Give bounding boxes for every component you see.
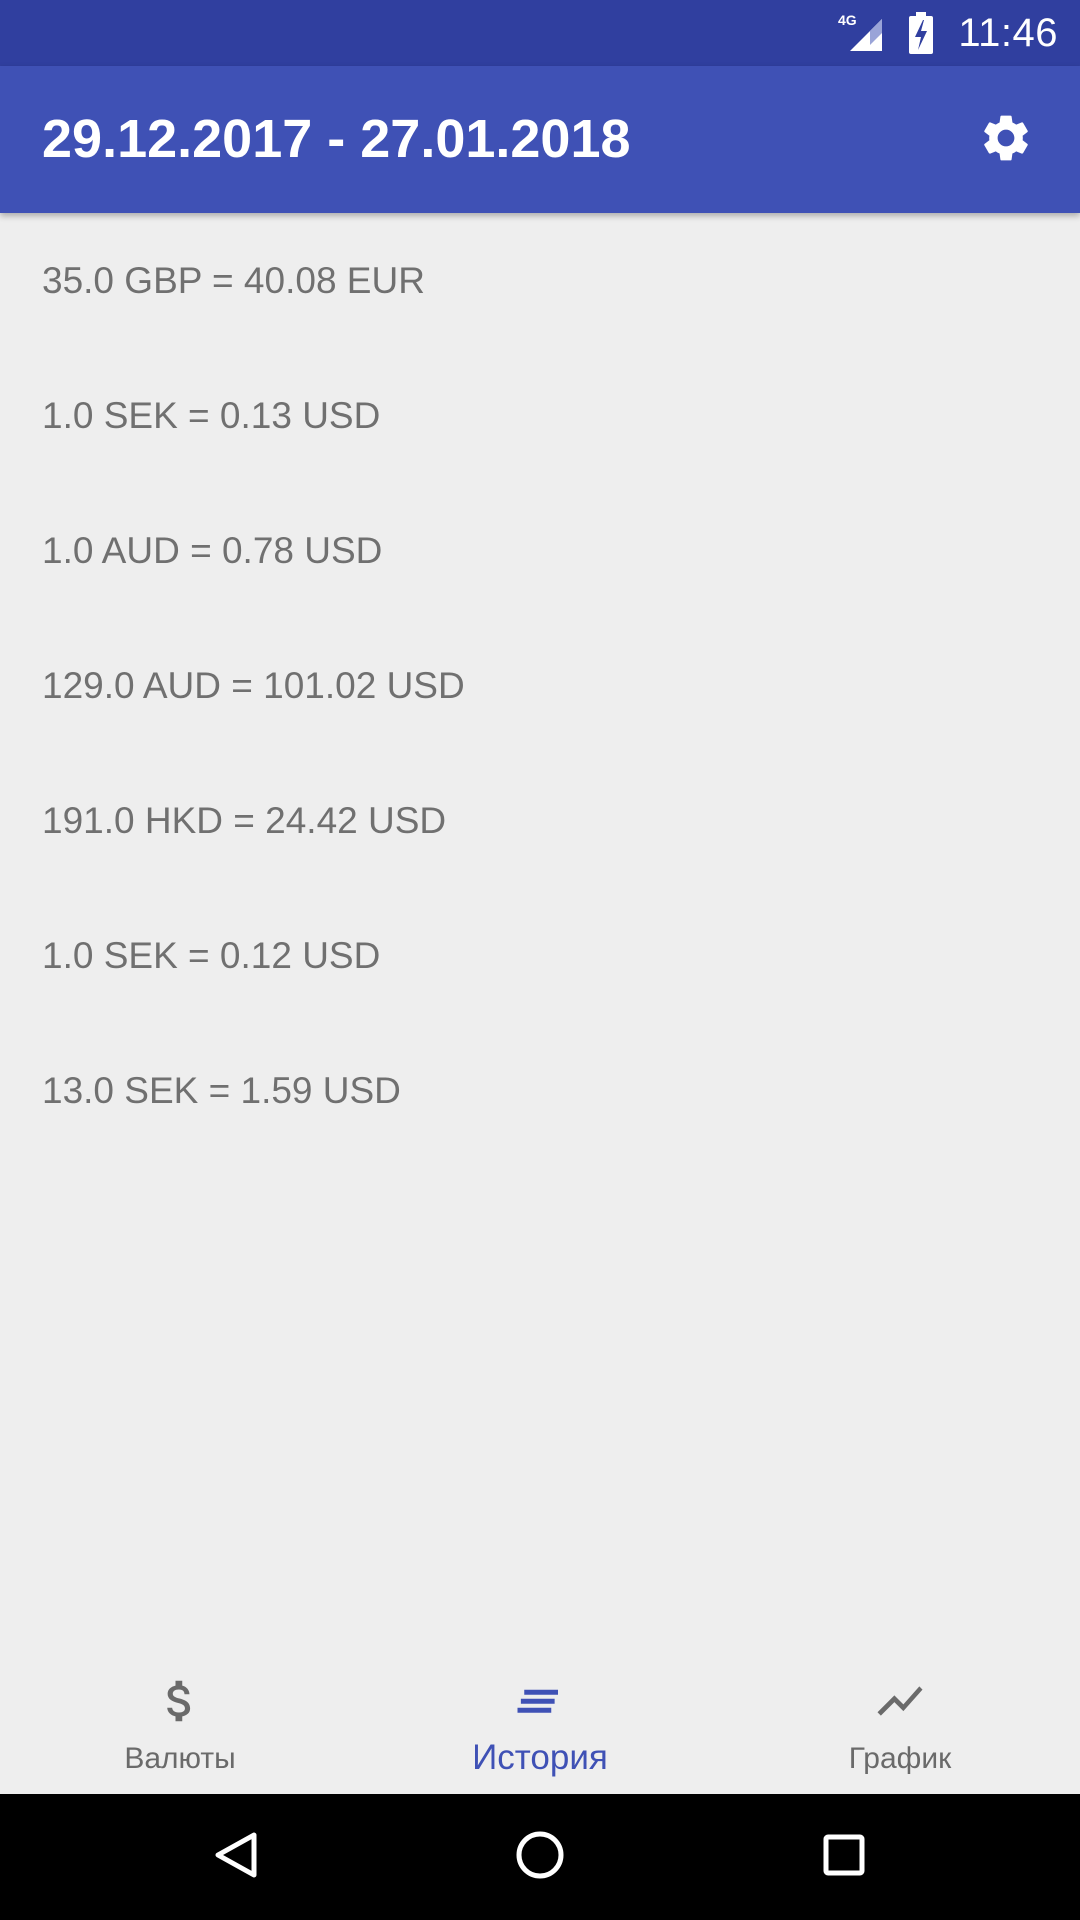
system-navigation-bar <box>0 1794 1080 1920</box>
back-icon <box>206 1825 266 1890</box>
history-item[interactable]: 1.0 SEK = 0.13 USD <box>0 348 1080 483</box>
history-item[interactable]: 35.0 GBP = 40.08 EUR <box>0 213 1080 348</box>
history-item[interactable]: 13.0 SEK = 1.59 USD <box>0 1023 1080 1158</box>
gear-icon <box>978 110 1034 171</box>
history-item[interactable]: 191.0 HKD = 24.42 USD <box>0 753 1080 888</box>
battery-charging-icon <box>906 11 936 55</box>
recents-button[interactable] <box>802 1815 886 1899</box>
settings-button[interactable] <box>946 80 1066 200</box>
status-icons: 4G 11:46 <box>838 0 1058 66</box>
list-icon <box>513 1674 567 1728</box>
bottom-navigation: Валюты История График <box>0 1638 1080 1794</box>
history-item[interactable]: 1.0 SEK = 0.12 USD <box>0 888 1080 1023</box>
nav-label-chart: График <box>848 1742 952 1775</box>
app-bar: 29.12.2017 - 27.01.2018 <box>0 66 1080 213</box>
nav-label-currencies: Валюты <box>124 1742 236 1775</box>
history-item[interactable]: 129.0 AUD = 101.02 USD <box>0 618 1080 753</box>
dollar-icon <box>153 1674 207 1728</box>
nav-item-currencies[interactable]: Валюты <box>0 1638 360 1794</box>
trending-icon <box>873 1674 927 1728</box>
history-list: 35.0 GBP = 40.08 EUR 1.0 SEK = 0.13 USD … <box>0 213 1080 1158</box>
signal-4g-icon: 4G <box>838 11 888 55</box>
home-icon <box>510 1825 570 1890</box>
date-range-title: 29.12.2017 - 27.01.2018 <box>42 109 631 169</box>
nav-item-chart[interactable]: График <box>720 1638 1080 1794</box>
history-item[interactable]: 1.0 AUD = 0.78 USD <box>0 483 1080 618</box>
back-button[interactable] <box>194 1815 278 1899</box>
recents-icon <box>814 1825 874 1890</box>
nav-item-history[interactable]: История <box>360 1638 720 1794</box>
status-time: 11:46 <box>958 10 1058 55</box>
home-button[interactable] <box>498 1815 582 1899</box>
status-bar: 4G 11:46 <box>0 0 1080 66</box>
network-type-label: 4G <box>838 12 857 28</box>
nav-label-history: История <box>472 1738 608 1777</box>
